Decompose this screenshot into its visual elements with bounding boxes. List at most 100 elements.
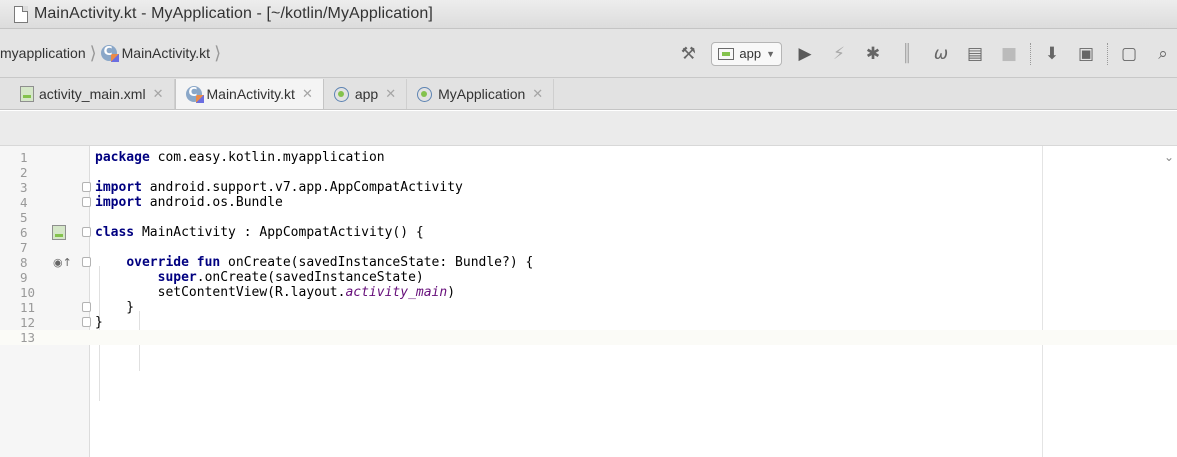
tab-label: MyApplication <box>438 86 526 102</box>
hammer-icon[interactable]: ⚒ <box>676 42 700 66</box>
code-line[interactable]: 5 <box>0 210 1177 225</box>
kotlin-class-icon <box>185 85 204 103</box>
window-title: MainActivity.kt - MyApplication - [~/kot… <box>34 5 433 22</box>
navigation-bar: myapplication ⟩ MainActivity.kt ⟩ ⚒ app … <box>0 29 1177 78</box>
code-text: } <box>95 300 134 315</box>
close-icon[interactable]: ✕ <box>302 86 313 102</box>
tab-myapplication[interactable]: MyApplication ✕ <box>407 79 555 109</box>
code-token: android.support.v7.app.AppCompatActivity <box>141 180 463 195</box>
tab-app[interactable]: app ✕ <box>324 79 408 109</box>
code-line[interactable]: 9 super.onCreate(savedInstanceState) <box>0 270 1177 285</box>
breadcrumb: myapplication ⟩ MainActivity.kt ⟩ <box>0 44 225 62</box>
code-token: setContentView(R.layout. <box>95 285 346 300</box>
code-token: .onCreate(savedInstanceState) <box>196 270 424 285</box>
code-text: super.onCreate(savedInstanceState) <box>95 270 424 285</box>
code-line[interactable]: 7 <box>0 240 1177 255</box>
search-icon[interactable]: ⌕ <box>1151 42 1175 66</box>
line-number: 4 <box>20 195 28 210</box>
line-number: 10 <box>20 285 36 300</box>
code-token: MainActivity : AppCompatActivity() { <box>134 225 424 240</box>
stop-icon[interactable]: ■ <box>997 42 1021 66</box>
breadcrumb-item-package[interactable]: myapplication <box>0 45 86 61</box>
chevron-down-icon: ▼ <box>766 48 775 59</box>
code-line[interactable]: 2 <box>0 165 1177 180</box>
line-number: 6 <box>20 225 28 240</box>
breadcrumb-item-file[interactable]: MainActivity.kt <box>122 45 210 61</box>
code-line[interactable]: 4 import android.os.Bundle <box>0 195 1177 210</box>
code-line[interactable]: 13 <box>0 330 1177 345</box>
code-text: class MainActivity : AppCompatActivity()… <box>95 225 424 240</box>
android-app-icon <box>718 47 735 60</box>
main-toolbar: ⚒ app ▼ ▶ ⚡ ✱ ║ ω ▤ ■ ⬇ ▣ ▢ ⌕ <box>671 29 1177 78</box>
toolbar-separator <box>1107 42 1108 65</box>
layout-xml-icon <box>20 86 34 102</box>
code-line[interactable]: 8 ◉↑ override fun onCreate(savedInstanceS… <box>0 255 1177 270</box>
sdk-manager-icon[interactable]: ▣ <box>1074 42 1098 66</box>
code-line[interactable]: 12} <box>0 315 1177 330</box>
line-number: 7 <box>20 240 28 255</box>
keyword-token: package <box>95 150 150 165</box>
line-number: 5 <box>20 210 28 225</box>
sync-gradle-icon[interactable]: ⬇ <box>1040 42 1064 66</box>
code-editor[interactable]: ⌄ 1 package com.easy.kotlin.myapplication… <box>0 146 1177 457</box>
line-number: 12 <box>20 315 36 330</box>
close-icon[interactable]: ✕ <box>532 86 543 102</box>
code-text: } <box>95 315 103 330</box>
identifier-token: activity_main <box>345 285 448 300</box>
code-text: import android.os.Bundle <box>95 195 283 210</box>
run-icon[interactable]: ▶ <box>793 42 817 66</box>
tab-label: activity_main.xml <box>39 86 146 102</box>
fold-marker-icon[interactable] <box>82 227 91 237</box>
related-layout-icon[interactable] <box>52 225 66 240</box>
run-configuration-select[interactable]: app ▼ <box>711 41 782 66</box>
lightning-icon[interactable]: ⚡ <box>827 42 851 66</box>
line-number: 13 <box>20 330 36 345</box>
apply-changes-icon[interactable]: ▤ <box>963 42 987 66</box>
line-number: 8 <box>20 255 28 270</box>
keyword-token: super <box>157 270 197 285</box>
code-line[interactable]: 1 package com.easy.kotlin.myapplication <box>0 150 1177 165</box>
toolbar-separator <box>1030 42 1031 65</box>
module-icon <box>333 86 349 102</box>
line-number: 3 <box>20 180 28 195</box>
editor-breadcrumb-strip <box>0 111 1177 146</box>
code-token: onCreate(savedInstanceState: Bundle?) { <box>220 255 534 270</box>
attach-debugger-icon[interactable]: ║ <box>895 42 919 66</box>
code-text: setContentView(R.layout.activity_main) <box>95 285 455 300</box>
chevron-right-icon: ⟩ <box>214 43 222 63</box>
line-number: 1 <box>20 150 28 165</box>
fold-marker-icon[interactable] <box>82 182 91 192</box>
code-token: } <box>95 300 135 315</box>
code-token: ) <box>447 285 456 300</box>
fold-marker-icon[interactable] <box>82 317 91 327</box>
code-token: android.os.Bundle <box>141 195 283 210</box>
line-number: 9 <box>20 270 28 285</box>
code-line[interactable]: 6 class MainActivity : AppCompatActivity(… <box>0 225 1177 240</box>
override-method-icon[interactable]: ◉↑ <box>53 255 72 270</box>
tab-activity-main-xml[interactable]: activity_main.xml ✕ <box>10 79 175 109</box>
code-token: com.easy.kotlin.myapplication <box>149 150 385 165</box>
device-manager-icon[interactable]: ▢ <box>1117 42 1141 66</box>
fold-marker-icon[interactable] <box>82 302 91 312</box>
run-configuration-label: app <box>739 46 762 61</box>
keyword-token: import <box>95 195 142 210</box>
tab-label: app <box>354 86 379 102</box>
fold-marker-icon[interactable] <box>82 197 91 207</box>
code-text: package com.easy.kotlin.myapplication <box>95 150 385 165</box>
keyword-token: import <box>95 180 142 195</box>
debug-bug-icon[interactable]: ✱ <box>861 42 885 66</box>
code-text: override fun onCreate(savedInstanceState… <box>95 255 533 270</box>
fold-marker-icon[interactable] <box>82 257 91 267</box>
code-line[interactable]: 11 } <box>0 300 1177 315</box>
code-text: import android.support.v7.app.AppCompatA… <box>95 180 463 195</box>
chevron-right-icon: ⟩ <box>89 43 97 63</box>
line-number: 2 <box>20 165 28 180</box>
code-line[interactable]: 3 import android.support.v7.app.AppCompat… <box>0 180 1177 195</box>
line-number: 11 <box>20 300 36 315</box>
close-icon[interactable]: ✕ <box>153 86 164 102</box>
code-line[interactable]: 10 setContentView(R.layout.activity_main… <box>0 285 1177 300</box>
tab-mainactivity-kt[interactable]: MainActivity.kt ✕ <box>174 79 324 109</box>
profiler-icon[interactable]: ω <box>929 42 953 66</box>
close-icon[interactable]: ✕ <box>385 86 396 102</box>
